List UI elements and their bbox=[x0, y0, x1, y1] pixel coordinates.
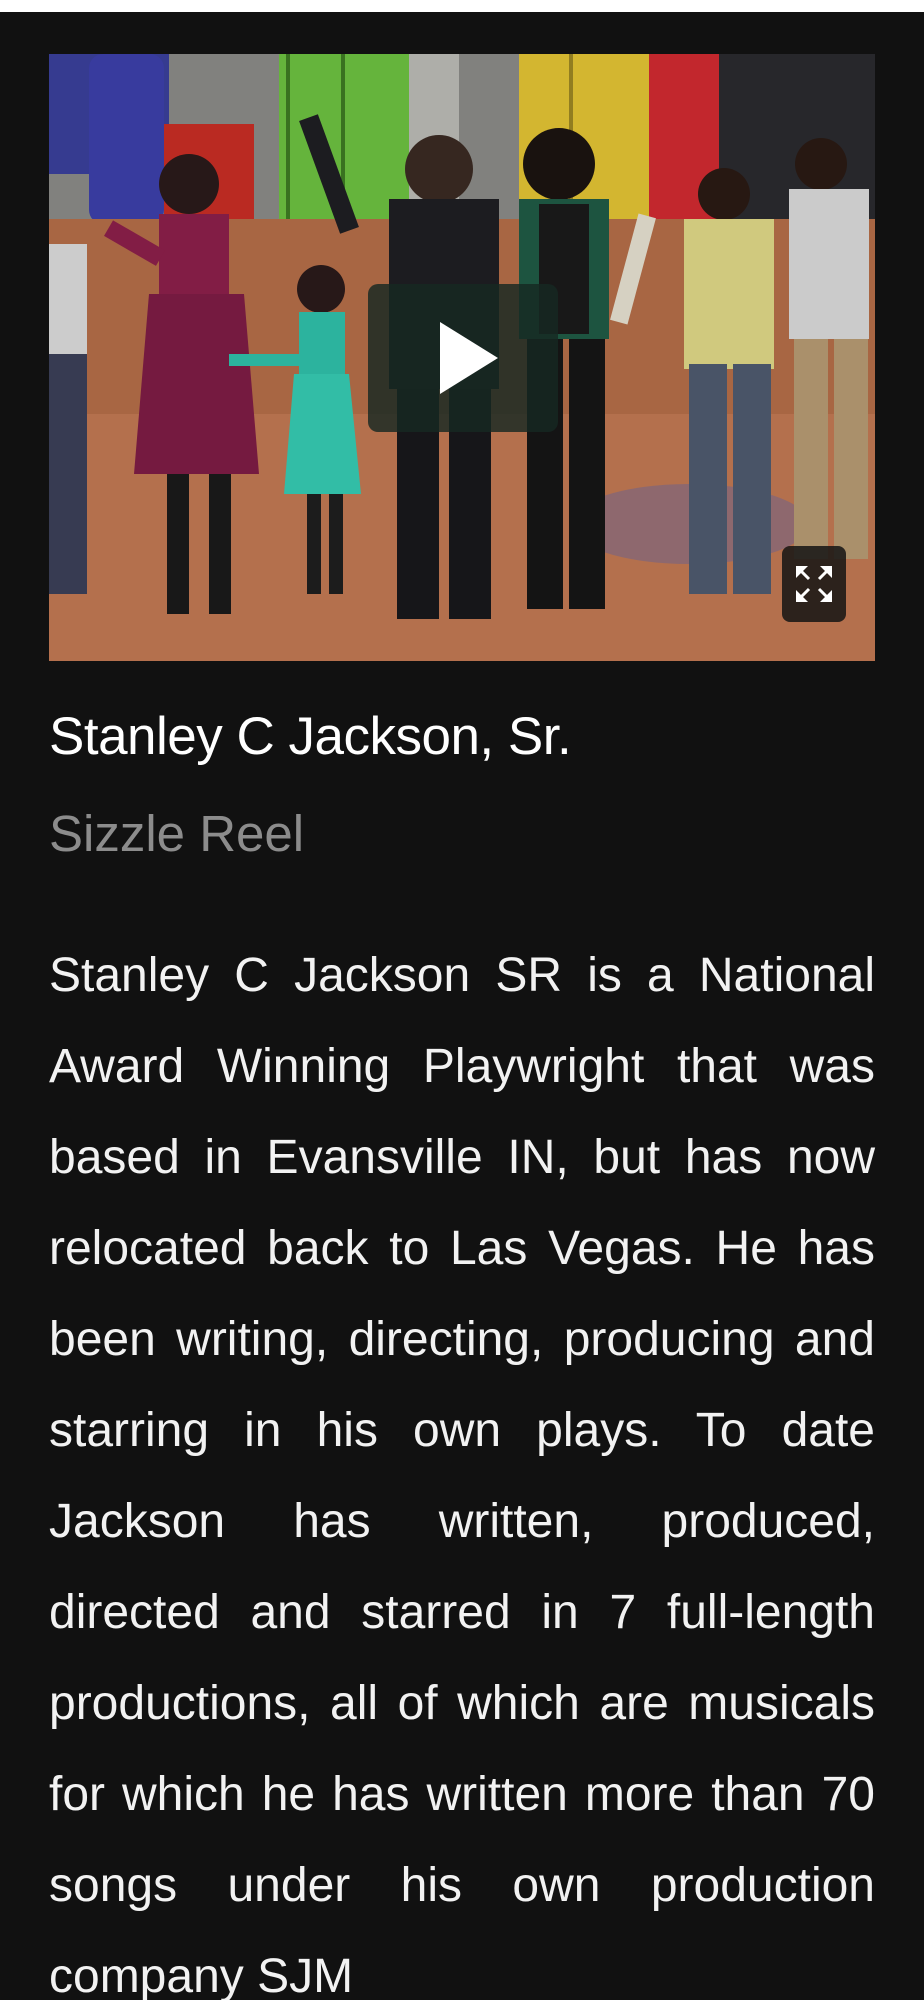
play-button[interactable] bbox=[368, 284, 558, 432]
video-player[interactable] bbox=[49, 54, 875, 661]
play-icon bbox=[440, 322, 498, 394]
content-card: Stanley C Jackson, Sr. Sizzle Reel Stanl… bbox=[0, 12, 924, 2000]
fullscreen-button[interactable] bbox=[782, 546, 846, 622]
profile-subtitle: Sizzle Reel bbox=[49, 805, 305, 862]
fullscreen-icon bbox=[796, 566, 832, 602]
profile-name: Stanley C Jackson, Sr. bbox=[49, 707, 572, 766]
profile-description: Stanley C Jackson SR is a National Award… bbox=[49, 949, 875, 2000]
